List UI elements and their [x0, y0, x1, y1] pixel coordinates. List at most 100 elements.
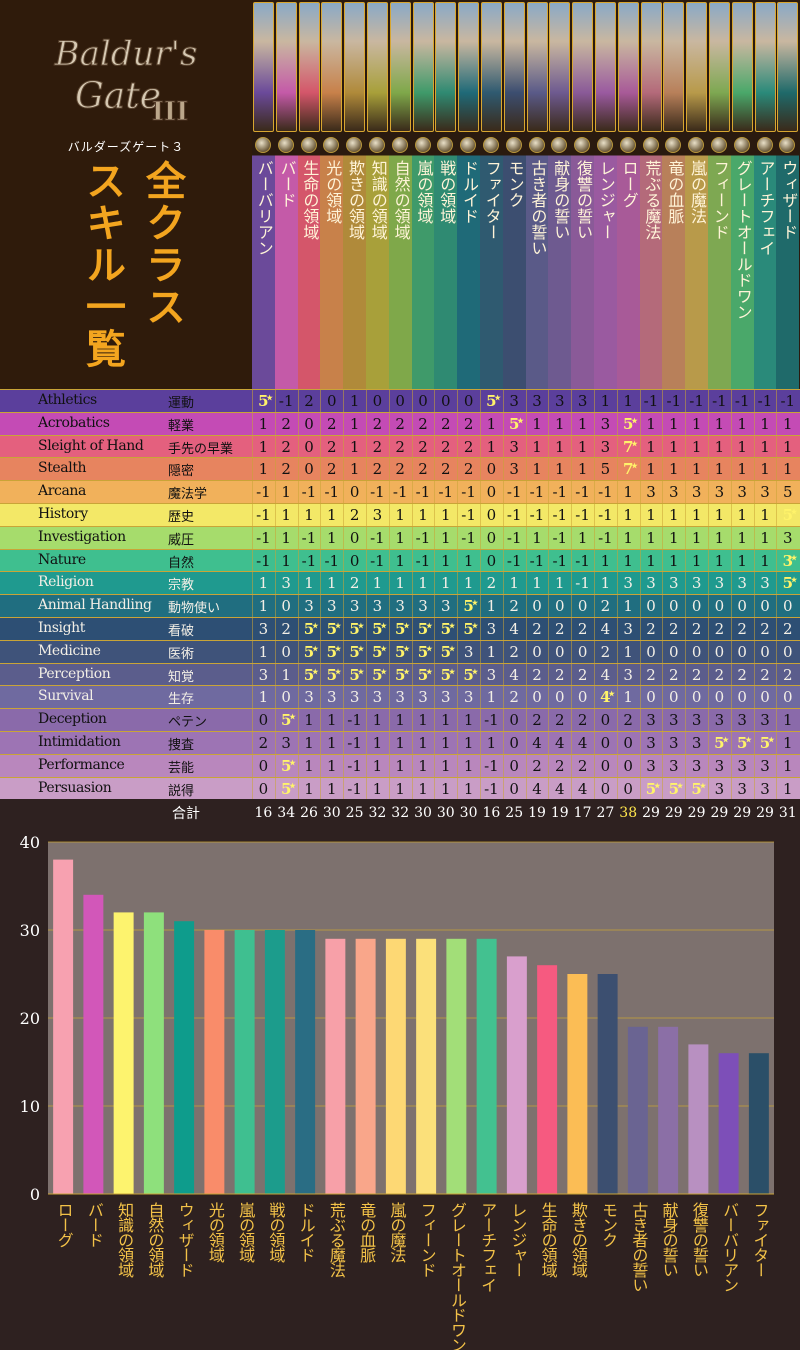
class-emblem-icon [619, 137, 636, 153]
totals-row: 合計 16 34 26 30 25 32 32 30 30 30 16 25 19 19 17 27 38 29 2… [0, 799, 800, 829]
skill-value-cell: -1 [552, 528, 568, 547]
skill-value-cell: 2 [418, 460, 428, 479]
class-portrait [709, 2, 730, 132]
skill-value-cell: 1 [623, 506, 633, 524]
skill-value-cell: 3 [714, 756, 725, 775]
skill-value-cell: 2 [532, 620, 542, 638]
skill-name-jp: 魔法学 [168, 487, 208, 503]
skill-value-cell: 0 [304, 414, 314, 433]
skill-name-en: Animal Handling [38, 597, 152, 614]
skill-value-cell: -1 [392, 483, 408, 502]
skill-name-en: Stealth [38, 460, 87, 477]
class-label: 献身の誓い [551, 160, 571, 240]
skill-value-cell: 3 [258, 665, 269, 684]
skill-name-en: Intimidation [38, 734, 121, 750]
skill-value-cell: 1 [760, 437, 770, 456]
skill-value-cell: -1 [370, 483, 385, 502]
skill-value-cell: 3 [760, 483, 770, 502]
class-column: 竜の血脈 [662, 0, 686, 389]
skill-row: Intimidation捜査2311-11111110444003335551 [0, 729, 800, 754]
skill-value-cell: 1 [600, 551, 611, 570]
class-column: ドルイド [457, 0, 480, 389]
skill-value-cell: 0 [783, 688, 793, 707]
skill-value-cell: 0 [714, 688, 725, 707]
skill-name-en: Nature [38, 551, 86, 568]
bar [143, 912, 164, 1194]
skill-value-cell: 1 [486, 734, 497, 752]
skill-name-jp: 説得 [168, 783, 195, 799]
x-tick-label: ファイター [750, 1202, 769, 1277]
skill-value-cell: -1 [370, 551, 385, 570]
logo-line1: Baldur's [54, 34, 198, 74]
totals-label: 合計 [172, 806, 200, 822]
skill-value-cell: 2 [281, 437, 291, 456]
skill-value-cell: -1 [461, 506, 476, 524]
skill-value-cell: 1 [418, 779, 428, 798]
total-value: 19 [550, 805, 569, 821]
skill-value-cell: 1 [463, 551, 474, 570]
skill-value-cell: 3 [372, 688, 383, 707]
y-tick-label: 10 [20, 1097, 40, 1116]
skill-value-cell: 0 [714, 642, 725, 661]
class-label: 嵐の魔法 [687, 160, 707, 224]
skill-value-cell: 3 [783, 528, 793, 547]
skill-value-cell: 2 [418, 414, 428, 433]
skill-value-cell: 0 [623, 734, 633, 752]
skill-name-jp: 芸能 [168, 760, 195, 776]
skill-value-cell: 5 [252, 387, 275, 412]
skill-value-cell: 3 [669, 574, 679, 593]
skill-value-cell: 2 [509, 642, 519, 661]
skill-value-cell: 5 [480, 387, 503, 412]
skill-value-cell: 1 [372, 574, 383, 593]
class-portrait [663, 2, 685, 132]
class-portrait [481, 2, 502, 132]
skill-value-cell: 4 [577, 734, 588, 752]
skill-value-cell: 1 [623, 642, 633, 661]
skill-value-cell: 5 [754, 729, 777, 754]
skill-value-cell: 4 [594, 683, 617, 708]
skill-value-cell: 1 [737, 414, 747, 433]
skill-value-cell: 3 [760, 756, 770, 775]
x-tick-label: 光の領域 [206, 1202, 225, 1263]
skill-value-cell: 1 [737, 460, 747, 479]
skill-name-en: Religion [38, 574, 94, 591]
class-label: ローグ [619, 160, 639, 208]
skill-value-cell: 2 [349, 506, 360, 524]
skill-value-cell: 0 [281, 642, 291, 661]
skill-value-cell: 1 [441, 711, 451, 730]
skill-value-cell: 0 [441, 392, 451, 410]
bar [295, 930, 316, 1194]
class-portrait [435, 2, 457, 132]
skill-value-cell: 0 [691, 597, 702, 616]
skill-value-cell: 1 [669, 528, 679, 547]
class-portrait [572, 2, 594, 132]
skill-value-cell: 1 [714, 414, 725, 433]
class-portrait [275, 2, 297, 132]
skill-value-cell: 1 [441, 528, 451, 547]
skill-value-cell: 1 [691, 437, 702, 456]
skill-value-cell: 1 [372, 779, 383, 798]
skill-value-cell: 1 [783, 414, 793, 433]
skill-value-cell: 5 [412, 615, 435, 640]
class-column: 献身の誓い [548, 0, 572, 389]
class-portrait [526, 2, 548, 132]
skill-value-cell: 0 [281, 688, 291, 707]
skill-value-cell: 3 [760, 711, 770, 730]
total-value: 30 [436, 805, 455, 821]
skill-value-cell: -1 [256, 506, 271, 524]
class-column: 戦の領域 [434, 0, 458, 389]
skill-value-cell: 1 [646, 551, 656, 570]
skill-value-cell: 1 [258, 688, 269, 707]
skill-value-cell: 3 [714, 574, 725, 593]
skill-value-cell: 5 [412, 661, 435, 686]
x-tick-label: モンク [599, 1202, 618, 1248]
skill-name-jp: 軽業 [168, 418, 195, 434]
skill-value-cell: 2 [372, 414, 383, 433]
skill-value-cell: 3 [304, 597, 314, 616]
skill-row: Stealth隠密120212222203111571111111 [0, 455, 800, 481]
class-emblem-icon [369, 137, 385, 153]
skill-value-cell: 0 [555, 642, 565, 661]
class-column: モンク [502, 0, 526, 389]
skill-value-cell: 1 [577, 437, 588, 456]
skill-value-cell: 1 [737, 528, 747, 547]
